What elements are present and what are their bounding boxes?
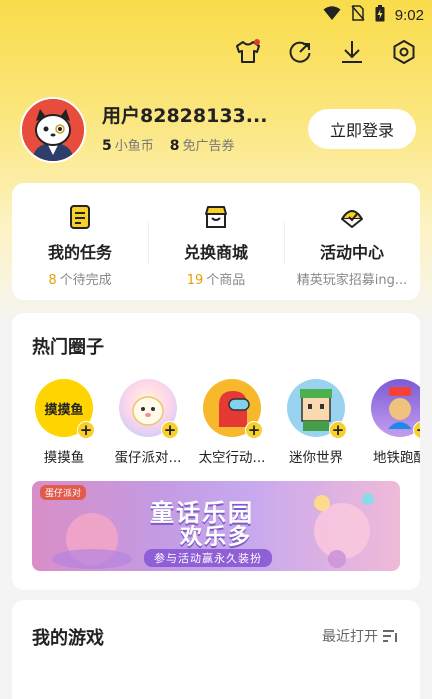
circle-avatar: + <box>287 379 347 439</box>
top-toolbar <box>234 38 418 66</box>
circle-label: 地铁跑酷 <box>373 450 420 466</box>
login-button[interactable]: 立即登录 <box>308 109 416 149</box>
status-bar: 9:02 <box>0 0 432 30</box>
circle-label: 摸摸鱼 <box>43 450 85 466</box>
ad-tickets-count: 8 <box>169 138 180 154</box>
promo-banner[interactable]: 蛋仔派对 童话乐园 欢乐多 参与活动赢永久装扮 <box>32 481 400 571</box>
activity-flag-icon <box>341 210 363 228</box>
no-sim-icon <box>351 5 365 25</box>
refresh-icon[interactable] <box>286 38 314 66</box>
coins-label: 小鱼币 <box>114 139 154 154</box>
quick-action-subtitle: 精英玩家招募ing... <box>296 273 408 288</box>
section-title: 我的游戏 <box>32 628 104 649</box>
quick-action-tasks[interactable]: 我的任务 8 个待完成 <box>12 183 148 300</box>
user-stats: 5 小鱼币 8 免广告券 <box>102 135 235 154</box>
join-plus-button[interactable]: + <box>161 421 179 439</box>
username: 用户82828133... <box>102 105 268 127</box>
ad-tickets-label: 免广告券 <box>182 139 235 154</box>
quick-action-subtitle: 19 个商品 <box>186 273 246 288</box>
section-title: 热门圈子 <box>32 337 104 358</box>
join-plus-button[interactable]: + <box>245 421 263 439</box>
circle-avatar: 摸摸鱼 + <box>35 379 95 439</box>
circle-item-subway-surfers[interactable]: + 地铁跑酷 <box>370 379 420 466</box>
quick-action-title: 兑换商城 <box>183 243 248 262</box>
circle-label: 蛋仔派对... <box>114 450 182 466</box>
my-games-card: 我的游戏 最近打开 <box>12 600 420 699</box>
circle-label: 迷你世界 <box>289 450 343 466</box>
status-time: 9:02 <box>394 6 424 24</box>
task-list-icon <box>70 205 90 229</box>
store-icon <box>205 206 227 228</box>
join-plus-button[interactable]: + <box>329 421 347 439</box>
avatar[interactable] <box>20 97 86 163</box>
join-plus-button[interactable]: + <box>77 421 95 439</box>
circle-logo-text: 摸摸鱼 <box>44 402 84 418</box>
quick-action-store[interactable]: 兑换商城 19 个商品 <box>148 183 284 300</box>
user-profile-section: 用户82828133... 5 小鱼币 8 免广告券 立即登录 <box>20 97 420 165</box>
circle-avatar: + <box>203 379 263 439</box>
battery-charging-icon <box>375 4 385 26</box>
coins-count: 5 <box>102 138 112 154</box>
circle-item-mini-world[interactable]: + 迷你世界 <box>286 379 347 466</box>
download-icon[interactable] <box>338 38 366 66</box>
circle-avatar: + <box>119 379 179 439</box>
circle-item-eggy-party[interactable]: + 蛋仔派对... <box>115 379 181 466</box>
circle-item-moyu[interactable]: 摸摸鱼 + 摸摸鱼 <box>34 379 95 466</box>
hot-circles-card: 热门圈子 摸摸鱼 + 摸摸鱼 + 蛋仔派对... + 太空行动... + 迷你世… <box>12 313 420 590</box>
quick-action-activity-center[interactable]: 活动中心 精英玩家招募ing... <box>284 183 420 300</box>
settings-icon[interactable] <box>390 38 418 66</box>
banner-badge: 蛋仔派对 <box>40 485 87 500</box>
circle-label: 太空行动... <box>198 450 266 466</box>
quick-actions-card: 我的任务 8 个待完成 兑换商城 19 个商品 活动中心 精英玩家招募ing... <box>12 183 420 300</box>
circle-avatar: + <box>371 379 420 439</box>
sort-dropdown[interactable]: 最近打开 <box>322 626 398 646</box>
sort-label: 最近打开 <box>322 629 378 645</box>
banner-title-line2: 欢乐多 <box>180 525 253 550</box>
quick-action-title: 我的任务 <box>47 243 112 262</box>
circle-list: 摸摸鱼 + 摸摸鱼 + 蛋仔派对... + 太空行动... + 迷你世界 地铁跑 <box>34 379 420 466</box>
circle-item-space-action[interactable]: + 太空行动... <box>199 379 265 466</box>
shirt-icon[interactable] <box>234 38 262 66</box>
quick-action-title: 活动中心 <box>319 243 384 262</box>
quick-action-subtitle: 8 个待完成 <box>48 273 112 288</box>
sort-icon <box>383 630 397 642</box>
wifi-icon <box>323 5 341 25</box>
banner-subtitle: 参与活动赢永久装扮 <box>144 549 272 567</box>
